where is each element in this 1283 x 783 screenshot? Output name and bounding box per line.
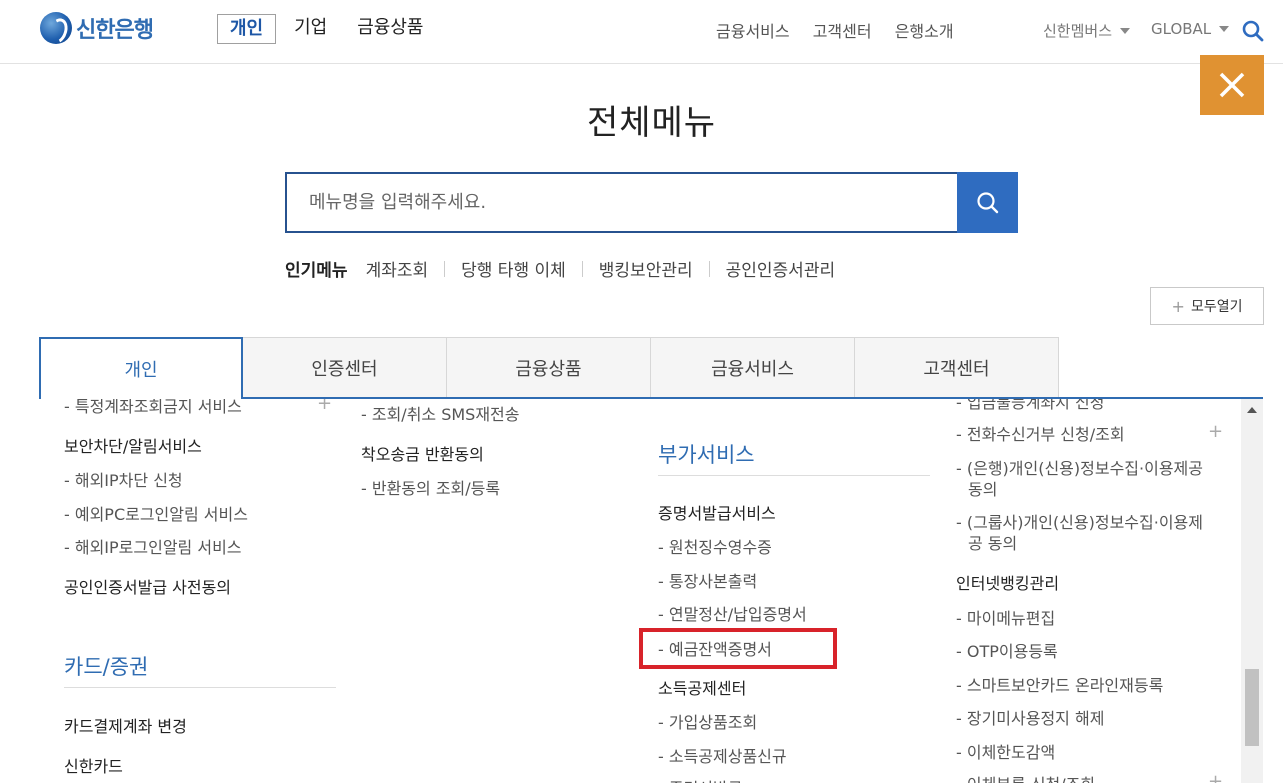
scroll-up-icon[interactable] bbox=[1247, 407, 1257, 413]
menu-link[interactable]: - 특정계좌조회금지 서비스 bbox=[64, 399, 242, 417]
menu-search-button[interactable] bbox=[957, 172, 1018, 233]
menu-tabs: 개인 인증센터 금융상품 금융서비스 고객센터 bbox=[39, 337, 1059, 399]
menu-link[interactable]: - 해외IP로그인알림 서비스 bbox=[64, 534, 242, 558]
menu-link[interactable]: - 가입상품조회 bbox=[658, 709, 757, 733]
menu-link[interactable]: - 원천징수영수증 bbox=[658, 534, 772, 558]
menu-link[interactable]: - 입금불능계좌지 신청 bbox=[956, 399, 1104, 413]
global-label: GLOBAL bbox=[1151, 20, 1212, 38]
menu-group[interactable]: 신한카드 bbox=[64, 753, 123, 777]
menu-group[interactable]: 증명서발급서비스 bbox=[658, 500, 776, 524]
tab-financial-services[interactable]: 금융서비스 bbox=[651, 337, 855, 399]
menu-link[interactable]: - 통장사본출력 bbox=[658, 568, 757, 592]
util-financial-services[interactable]: 금융서비스 bbox=[716, 22, 790, 41]
highlight-box bbox=[639, 628, 837, 669]
shinhan-bank-logo[interactable]: 신한은행 bbox=[40, 11, 154, 45]
menu-group[interactable]: 공인인증서발급 사전동의 bbox=[64, 574, 231, 598]
popular-menu: 인기메뉴 계좌조회 당행 타행 이체 뱅킹보안관리 공인인증서관리 bbox=[285, 256, 835, 281]
menu-link[interactable]: - 반환동의 조회/등록 bbox=[361, 475, 500, 499]
popular-item-account-inquiry[interactable]: 계좌조회 bbox=[366, 256, 429, 281]
members-dropdown[interactable]: 신한멤버스 bbox=[1043, 20, 1131, 41]
tab-financial-products[interactable]: 금융상품 bbox=[447, 337, 651, 399]
menu-group[interactable]: 소득공제센터 bbox=[658, 675, 746, 699]
popular-item-security[interactable]: 뱅킹보안관리 bbox=[599, 256, 693, 281]
menu-search-box bbox=[285, 172, 957, 233]
menu-search-input[interactable] bbox=[287, 174, 957, 231]
gnb-personal[interactable]: 개인 bbox=[217, 14, 277, 44]
members-label: 신한멤버스 bbox=[1043, 22, 1113, 40]
menu-link[interactable]: - 증명서발급 bbox=[658, 775, 742, 783]
menu-link-cont[interactable]: 공 동의 bbox=[968, 530, 1017, 554]
divider bbox=[581, 260, 583, 277]
util-nav: 금융서비스 고객센터 은행소개 bbox=[716, 18, 954, 42]
scroll-thumb[interactable] bbox=[1245, 669, 1259, 746]
util-about-bank[interactable]: 은행소개 bbox=[895, 22, 954, 41]
menu-link[interactable]: - 장기미사용정지 해제 bbox=[956, 705, 1104, 729]
chevron-down-icon bbox=[1120, 27, 1131, 34]
util-customer-center[interactable]: 고객센터 bbox=[813, 22, 872, 41]
gnb-business[interactable]: 기업 bbox=[294, 14, 327, 44]
menu-group[interactable]: 보안차단/알림서비스 bbox=[64, 433, 202, 457]
menu-group[interactable]: 인터넷뱅킹관리 bbox=[956, 570, 1059, 594]
menu-group[interactable]: 착오송금 반환동의 bbox=[361, 441, 484, 465]
page-title: 전체메뉴 bbox=[586, 103, 717, 143]
menu-link[interactable]: - 조회/취소 SMS재전송 bbox=[361, 401, 520, 425]
logo-text: 신한은행 bbox=[76, 18, 154, 43]
menu-link[interactable]: - 해외IP차단 신청 bbox=[64, 467, 183, 491]
menu-link[interactable]: - 이체부록 신청/조회 bbox=[956, 771, 1095, 783]
top-header: 신한은행 개인 기업 금융상품 금융서비스 고객센터 은행소개 신한멤버스 GL… bbox=[0, 0, 1283, 64]
plus-icon: + bbox=[1171, 296, 1185, 316]
menu-link[interactable]: - 예외PC로그인알림 서비스 bbox=[64, 501, 248, 525]
search-icon bbox=[976, 191, 998, 213]
global-dropdown[interactable]: GLOBAL bbox=[1151, 20, 1230, 38]
gnb-products[interactable]: 금융상품 bbox=[357, 14, 423, 44]
menu-link[interactable]: - 스마트보안카드 온라인재등록 bbox=[956, 672, 1163, 696]
divider bbox=[708, 260, 710, 277]
section-heading: 카드/증권 bbox=[64, 655, 149, 679]
tab-certification-center[interactable]: 인증센터 bbox=[243, 337, 447, 399]
menu-link[interactable]: - OTP이용등록 bbox=[956, 638, 1058, 662]
search-icon[interactable] bbox=[1242, 20, 1264, 42]
popular-item-certificate[interactable]: 공인인증서관리 bbox=[726, 256, 835, 281]
menu-link[interactable]: - 소득공제상품신규 bbox=[658, 743, 787, 767]
section-divider bbox=[64, 687, 336, 688]
menu-content: - 특정계좌조회금지 서비스 + 보안차단/알림서비스 - 해외IP차단 신청 … bbox=[0, 399, 1241, 783]
popular-item-transfer[interactable]: 당행 타행 이체 bbox=[461, 256, 566, 281]
expand-icon[interactable]: + bbox=[317, 399, 332, 414]
expand-icon[interactable]: + bbox=[1208, 771, 1223, 783]
open-all-button[interactable]: + 모두열기 bbox=[1150, 287, 1264, 325]
menu-link[interactable]: - 마이메뉴편집 bbox=[956, 605, 1055, 629]
menu-link[interactable]: - 이체한도감액 bbox=[956, 739, 1055, 763]
global-nav: 개인 기업 금융상품 bbox=[217, 14, 454, 44]
menu-link-cont[interactable]: 동의 bbox=[968, 476, 997, 500]
section-heading: 부가서비스 bbox=[658, 443, 755, 467]
menu-group[interactable]: 카드결제계좌 변경 bbox=[64, 713, 187, 737]
menu-link[interactable]: - 전화수신거부 신청/조회 bbox=[956, 421, 1125, 445]
menu-link[interactable]: - 연말정산/납입증명서 bbox=[658, 601, 807, 625]
shinhan-logo-icon bbox=[40, 12, 72, 44]
popular-label: 인기메뉴 bbox=[285, 261, 348, 281]
section-divider bbox=[658, 475, 930, 476]
open-all-label: 모두열기 bbox=[1190, 299, 1243, 315]
scrollbar[interactable] bbox=[1241, 399, 1263, 783]
tab-personal[interactable]: 개인 bbox=[39, 337, 243, 399]
divider bbox=[444, 260, 446, 277]
tab-customer-center[interactable]: 고객센터 bbox=[855, 337, 1059, 399]
chevron-down-icon bbox=[1219, 26, 1230, 32]
expand-icon[interactable]: + bbox=[1208, 421, 1223, 442]
